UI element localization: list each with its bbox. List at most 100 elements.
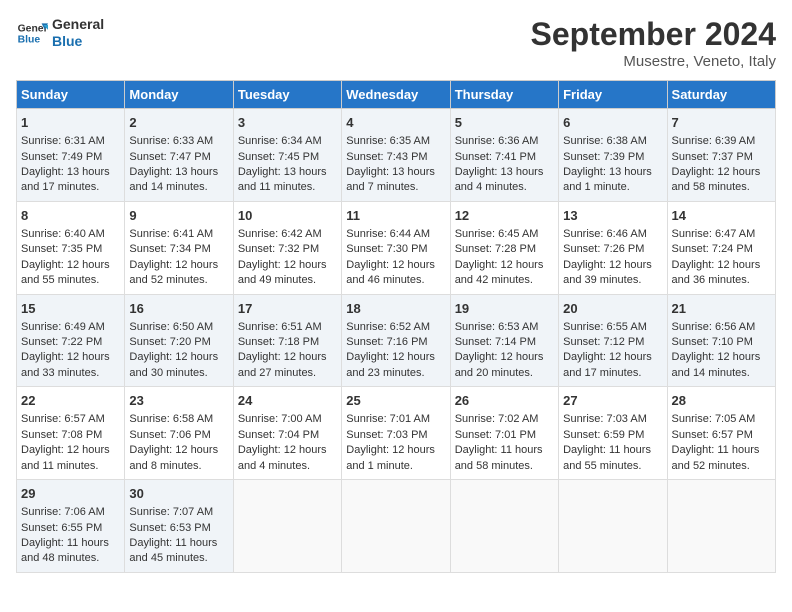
- sunrise-text: Sunrise: 7:01 AM: [346, 413, 430, 425]
- calendar-cell: 2 Sunrise: 6:33 AM Sunset: 7:47 PM Dayli…: [125, 109, 233, 202]
- daylight-text: Daylight: 13 hours and 14 minutes.: [129, 166, 218, 193]
- sunset-text: Sunset: 7:37 PM: [672, 151, 753, 163]
- sunrise-text: Sunrise: 6:33 AM: [129, 135, 213, 147]
- sunset-text: Sunset: 7:18 PM: [238, 336, 319, 348]
- sunset-text: Sunset: 7:47 PM: [129, 151, 210, 163]
- day-number: 18: [346, 300, 445, 318]
- daylight-text: Daylight: 12 hours and 49 minutes.: [238, 259, 327, 286]
- day-number: 30: [129, 485, 228, 503]
- sunrise-text: Sunrise: 6:57 AM: [21, 413, 105, 425]
- calendar-cell: 22 Sunrise: 6:57 AM Sunset: 7:08 PM Dayl…: [17, 387, 125, 480]
- weekday-header-tuesday: Tuesday: [233, 81, 341, 109]
- calendar-cell: 14 Sunrise: 6:47 AM Sunset: 7:24 PM Dayl…: [667, 201, 775, 294]
- sunrise-text: Sunrise: 7:03 AM: [563, 413, 647, 425]
- calendar-cell: 3 Sunrise: 6:34 AM Sunset: 7:45 PM Dayli…: [233, 109, 341, 202]
- sunrise-text: Sunrise: 6:44 AM: [346, 228, 430, 240]
- calendar-week-row: 15 Sunrise: 6:49 AM Sunset: 7:22 PM Dayl…: [17, 294, 776, 387]
- weekday-header-saturday: Saturday: [667, 81, 775, 109]
- sunrise-text: Sunrise: 6:58 AM: [129, 413, 213, 425]
- daylight-text: Daylight: 13 hours and 11 minutes.: [238, 166, 327, 193]
- sunset-text: Sunset: 7:28 PM: [455, 243, 536, 255]
- calendar-cell: 27 Sunrise: 7:03 AM Sunset: 6:59 PM Dayl…: [559, 387, 667, 480]
- calendar-cell: 15 Sunrise: 6:49 AM Sunset: 7:22 PM Dayl…: [17, 294, 125, 387]
- daylight-text: Daylight: 13 hours and 17 minutes.: [21, 166, 110, 193]
- sunrise-text: Sunrise: 6:34 AM: [238, 135, 322, 147]
- daylight-text: Daylight: 12 hours and 14 minutes.: [672, 351, 761, 378]
- day-number: 9: [129, 207, 228, 225]
- calendar-cell: 24 Sunrise: 7:00 AM Sunset: 7:04 PM Dayl…: [233, 387, 341, 480]
- sunrise-text: Sunrise: 6:45 AM: [455, 228, 539, 240]
- sunset-text: Sunset: 7:10 PM: [672, 336, 753, 348]
- daylight-text: Daylight: 13 hours and 4 minutes.: [455, 166, 544, 193]
- day-number: 3: [238, 114, 337, 132]
- sunrise-text: Sunrise: 6:46 AM: [563, 228, 647, 240]
- calendar-cell: [450, 480, 558, 573]
- sunset-text: Sunset: 6:53 PM: [129, 522, 210, 534]
- day-number: 17: [238, 300, 337, 318]
- sunset-text: Sunset: 7:01 PM: [455, 429, 536, 441]
- calendar-cell: 4 Sunrise: 6:35 AM Sunset: 7:43 PM Dayli…: [342, 109, 450, 202]
- svg-text:Blue: Blue: [18, 34, 41, 45]
- daylight-text: Daylight: 12 hours and 33 minutes.: [21, 351, 110, 378]
- daylight-text: Daylight: 13 hours and 7 minutes.: [346, 166, 435, 193]
- daylight-text: Daylight: 12 hours and 46 minutes.: [346, 259, 435, 286]
- sunset-text: Sunset: 7:35 PM: [21, 243, 102, 255]
- sunset-text: Sunset: 7:08 PM: [21, 429, 102, 441]
- day-number: 13: [563, 207, 662, 225]
- sunrise-text: Sunrise: 6:40 AM: [21, 228, 105, 240]
- weekday-header-row: SundayMondayTuesdayWednesdayThursdayFrid…: [17, 81, 776, 109]
- day-number: 5: [455, 114, 554, 132]
- daylight-text: Daylight: 12 hours and 8 minutes.: [129, 444, 218, 471]
- calendar-cell: [559, 480, 667, 573]
- sunset-text: Sunset: 7:32 PM: [238, 243, 319, 255]
- month-title: September 2024: [531, 16, 776, 53]
- sunrise-text: Sunrise: 7:00 AM: [238, 413, 322, 425]
- sunset-text: Sunset: 7:24 PM: [672, 243, 753, 255]
- sunset-text: Sunset: 7:03 PM: [346, 429, 427, 441]
- daylight-text: Daylight: 11 hours and 48 minutes.: [21, 537, 109, 564]
- day-number: 27: [563, 392, 662, 410]
- sunrise-text: Sunrise: 6:36 AM: [455, 135, 539, 147]
- calendar-cell: 7 Sunrise: 6:39 AM Sunset: 7:37 PM Dayli…: [667, 109, 775, 202]
- daylight-text: Daylight: 12 hours and 1 minute.: [346, 444, 435, 471]
- day-number: 26: [455, 392, 554, 410]
- calendar-cell: 1 Sunrise: 6:31 AM Sunset: 7:49 PM Dayli…: [17, 109, 125, 202]
- sunrise-text: Sunrise: 6:51 AM: [238, 321, 322, 333]
- sunrise-text: Sunrise: 7:05 AM: [672, 413, 756, 425]
- calendar-cell: 13 Sunrise: 6:46 AM Sunset: 7:26 PM Dayl…: [559, 201, 667, 294]
- calendar-cell: 21 Sunrise: 6:56 AM Sunset: 7:10 PM Dayl…: [667, 294, 775, 387]
- calendar-cell: 5 Sunrise: 6:36 AM Sunset: 7:41 PM Dayli…: [450, 109, 558, 202]
- day-number: 4: [346, 114, 445, 132]
- daylight-text: Daylight: 12 hours and 30 minutes.: [129, 351, 218, 378]
- sunset-text: Sunset: 7:06 PM: [129, 429, 210, 441]
- sunrise-text: Sunrise: 6:31 AM: [21, 135, 105, 147]
- day-number: 6: [563, 114, 662, 132]
- calendar-week-row: 8 Sunrise: 6:40 AM Sunset: 7:35 PM Dayli…: [17, 201, 776, 294]
- sunrise-text: Sunrise: 7:02 AM: [455, 413, 539, 425]
- sunset-text: Sunset: 7:12 PM: [563, 336, 644, 348]
- sunset-text: Sunset: 7:04 PM: [238, 429, 319, 441]
- daylight-text: Daylight: 12 hours and 17 minutes.: [563, 351, 652, 378]
- calendar-cell: 30 Sunrise: 7:07 AM Sunset: 6:53 PM Dayl…: [125, 480, 233, 573]
- sunset-text: Sunset: 7:14 PM: [455, 336, 536, 348]
- day-number: 21: [672, 300, 771, 318]
- sunset-text: Sunset: 7:49 PM: [21, 151, 102, 163]
- calendar-cell: 11 Sunrise: 6:44 AM Sunset: 7:30 PM Dayl…: [342, 201, 450, 294]
- daylight-text: Daylight: 12 hours and 27 minutes.: [238, 351, 327, 378]
- daylight-text: Daylight: 12 hours and 20 minutes.: [455, 351, 544, 378]
- calendar-week-row: 29 Sunrise: 7:06 AM Sunset: 6:55 PM Dayl…: [17, 480, 776, 573]
- daylight-text: Daylight: 12 hours and 58 minutes.: [672, 166, 761, 193]
- logo: General Blue General Blue: [16, 16, 104, 50]
- sunrise-text: Sunrise: 6:52 AM: [346, 321, 430, 333]
- sunset-text: Sunset: 6:59 PM: [563, 429, 644, 441]
- calendar-cell: 6 Sunrise: 6:38 AM Sunset: 7:39 PM Dayli…: [559, 109, 667, 202]
- sunset-text: Sunset: 6:57 PM: [672, 429, 753, 441]
- daylight-text: Daylight: 12 hours and 39 minutes.: [563, 259, 652, 286]
- daylight-text: Daylight: 11 hours and 58 minutes.: [455, 444, 543, 471]
- sunset-text: Sunset: 7:20 PM: [129, 336, 210, 348]
- title-block: September 2024 Musestre, Veneto, Italy: [531, 16, 776, 70]
- calendar-cell: 18 Sunrise: 6:52 AM Sunset: 7:16 PM Dayl…: [342, 294, 450, 387]
- daylight-text: Daylight: 12 hours and 11 minutes.: [21, 444, 110, 471]
- daylight-text: Daylight: 13 hours and 1 minute.: [563, 166, 652, 193]
- day-number: 29: [21, 485, 120, 503]
